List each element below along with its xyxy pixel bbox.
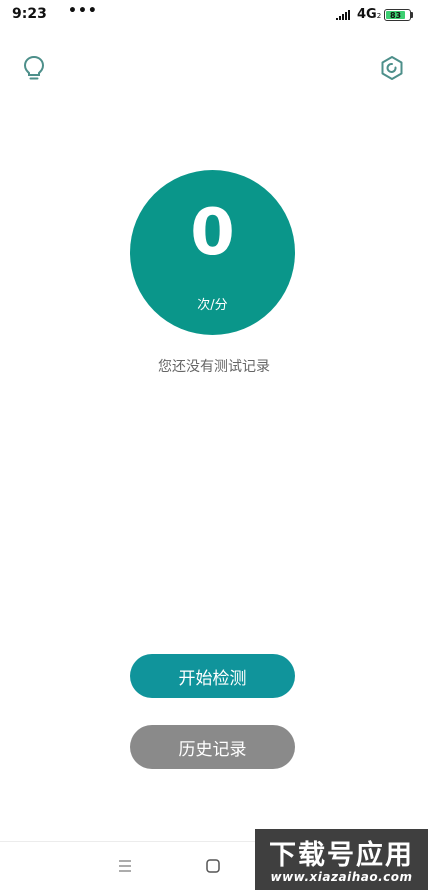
status-time: 9:23	[12, 6, 47, 22]
status-bar: 9:23 ••• 4G2 83	[0, 0, 428, 34]
bulb-icon[interactable]	[20, 54, 48, 82]
network-label: 4G	[357, 7, 377, 22]
rate-value: 0	[190, 196, 235, 270]
network-suffix: 2	[376, 12, 382, 20]
battery-icon: 83	[384, 9, 411, 21]
network-type: 4G2	[357, 7, 381, 22]
signal-icon	[336, 10, 350, 20]
home-square-icon[interactable]	[203, 856, 223, 876]
rate-unit: 次/分	[197, 298, 228, 313]
empty-record-message: 您还没有测试记录	[158, 359, 270, 375]
notification-dots-icon: •••	[68, 3, 98, 19]
battery-cap	[411, 12, 413, 18]
watermark: 下载号应用 www.xiazaihao.com	[255, 829, 428, 890]
history-button[interactable]: 历史记录	[130, 725, 295, 769]
rate-circle: 0 次/分	[130, 170, 295, 335]
settings-hex-icon[interactable]	[378, 54, 406, 82]
battery-level: 83	[386, 11, 406, 20]
start-detection-button[interactable]: 开始检测	[130, 654, 295, 698]
menu-icon[interactable]	[114, 856, 136, 876]
watermark-title: 下载号应用	[269, 840, 414, 871]
watermark-url: www.xiazaihao.com	[270, 870, 413, 884]
